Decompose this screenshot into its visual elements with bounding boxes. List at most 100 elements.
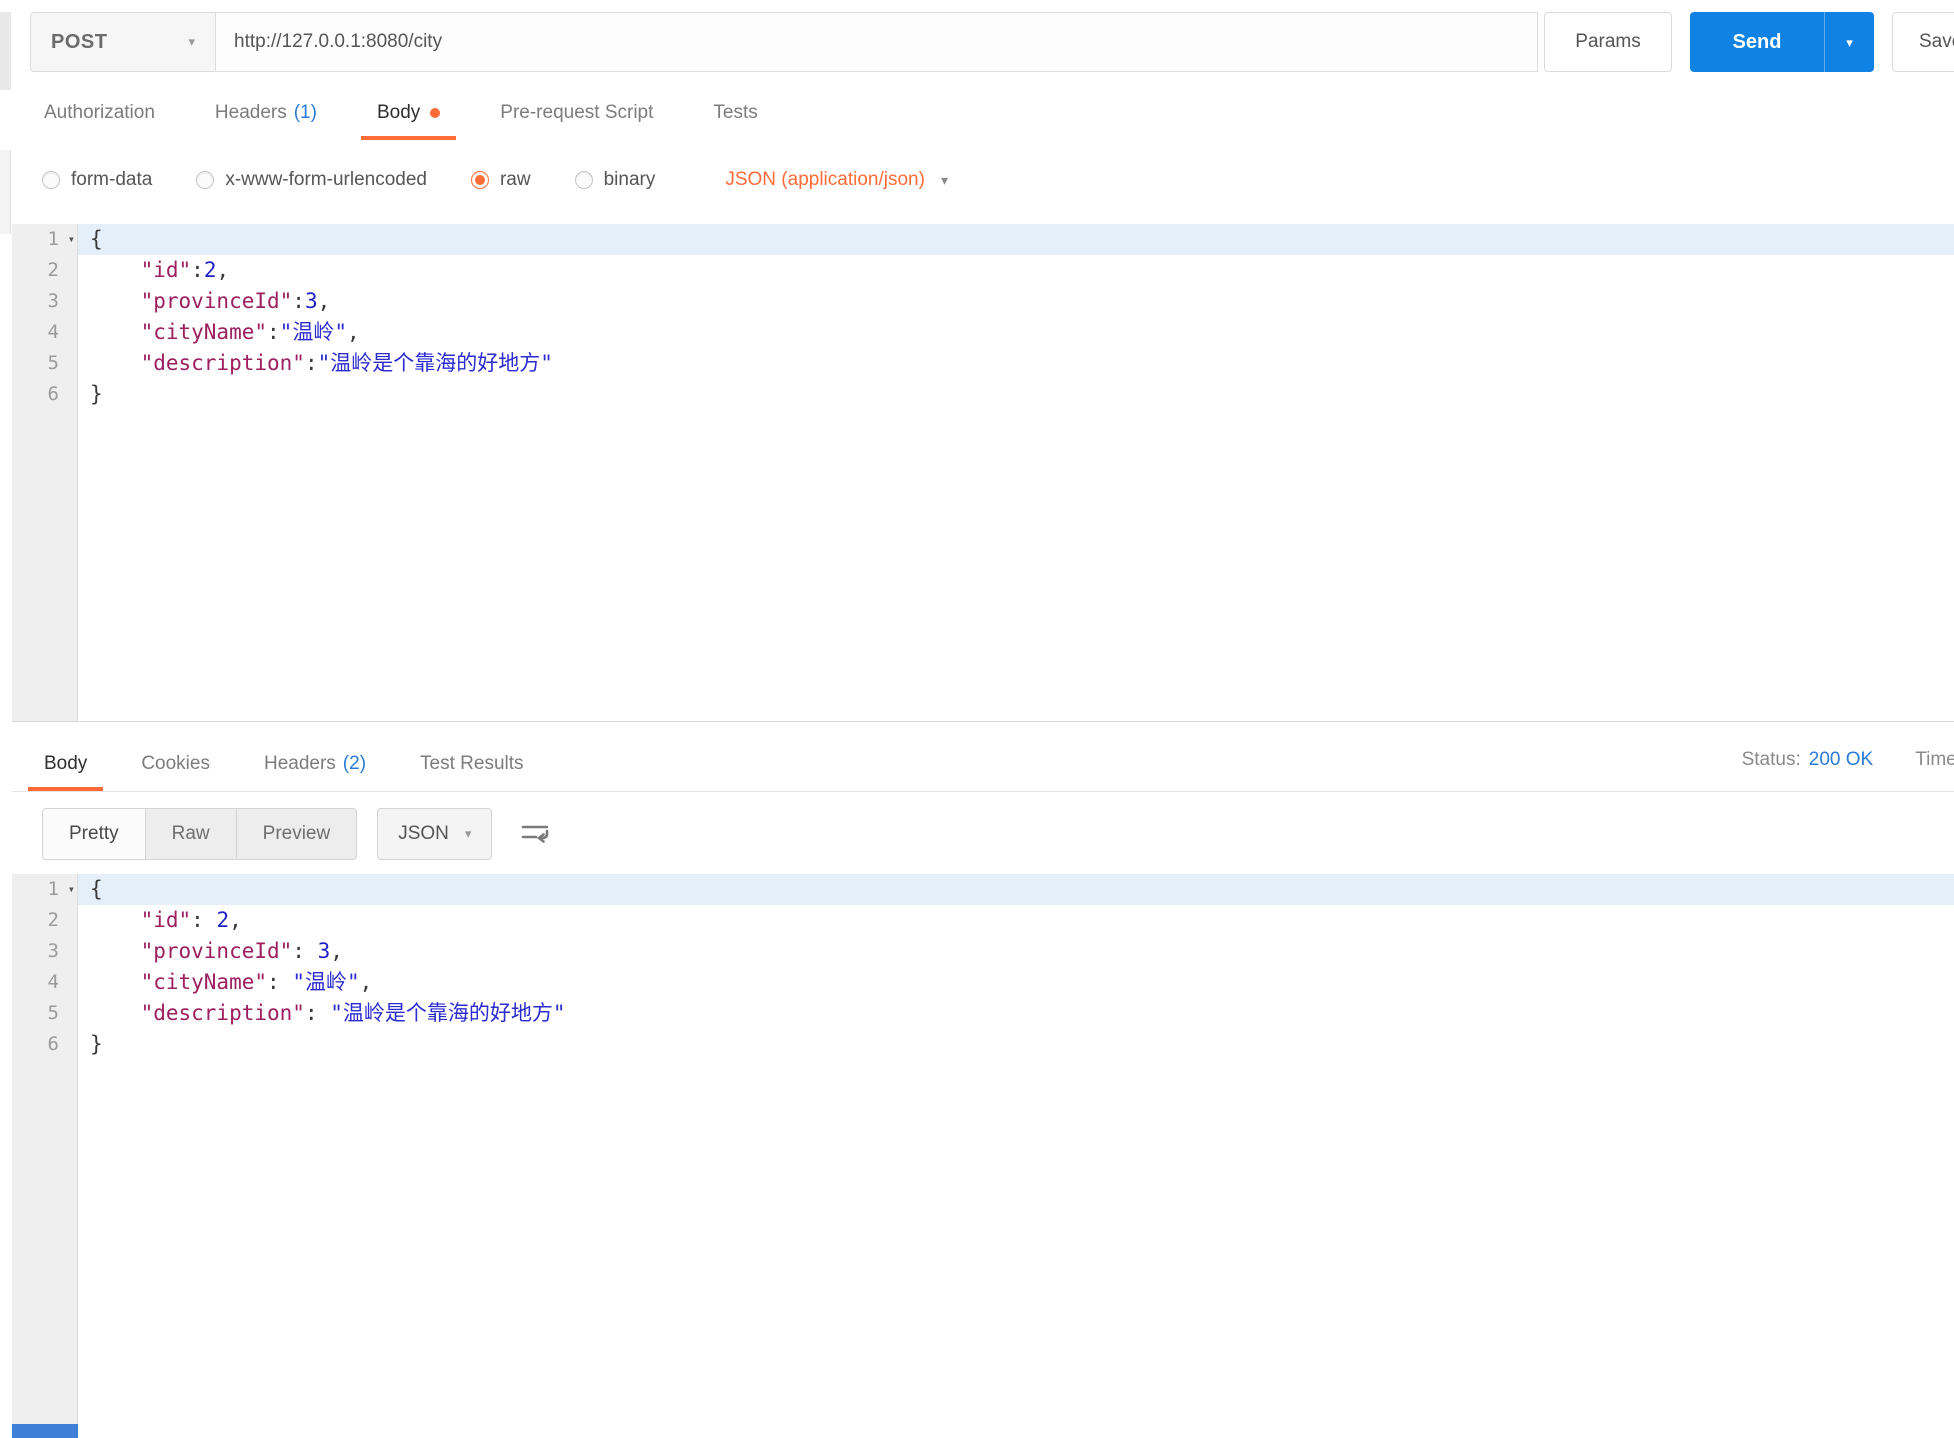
code-line: { <box>78 224 1954 255</box>
postman-window: POST ▾ Params Send ▾ Save Authorization … <box>0 0 1954 1438</box>
tab-pre-request-script[interactable]: Pre-request Script <box>498 90 655 140</box>
view-mode-pretty[interactable]: Pretty <box>43 809 146 859</box>
method-label: POST <box>51 31 107 54</box>
tab-tests[interactable]: Tests <box>711 90 759 140</box>
line-number: 4 <box>12 967 77 998</box>
tab-label: Test Results <box>420 753 523 774</box>
request-tabs: Authorization Headers (1) Body Pre-reques… <box>42 90 1954 140</box>
code-line: } <box>78 1029 1954 1060</box>
response-tabs: Body Cookies Headers (2) Test Results Sta… <box>12 722 1954 792</box>
response-body-editor[interactable]: 1▾23456{ "id": 2, "provinceId": 3, "city… <box>12 874 1954 1438</box>
line-number: 6 <box>12 1029 77 1060</box>
method-dropdown[interactable]: POST ▾ <box>30 12 215 72</box>
tab-label: Headers <box>215 102 287 123</box>
sidebar-edge-segment <box>0 12 11 90</box>
line-number-gutter: 1▾23456 <box>12 874 78 1438</box>
tab-label: Pre-request Script <box>500 102 653 123</box>
line-number-gutter: 1▾23456 <box>12 224 78 721</box>
line-number: 1▾ <box>12 224 77 255</box>
response-meta: Status: 200 OK Time: <box>1742 749 1954 791</box>
wrap-lines-icon <box>518 818 552 850</box>
send-button-group: Send ▾ <box>1690 12 1874 72</box>
url-input[interactable] <box>215 12 1538 72</box>
body-mode-label: form-data <box>71 169 152 191</box>
code-line: "provinceId":3, <box>78 286 1954 317</box>
code-line: "id": 2, <box>78 905 1954 936</box>
tab-label: Cookies <box>141 753 210 774</box>
tab-response-headers[interactable]: Headers (2) <box>262 741 368 791</box>
line-number: 6 <box>12 379 77 410</box>
line-number: 4 <box>12 317 77 348</box>
sidebar-edge <box>0 0 12 1438</box>
code-area: { "id":2, "provinceId":3, "cityName":"温岭… <box>78 224 1954 721</box>
line-number: 2 <box>12 255 77 286</box>
radio-icon[interactable] <box>471 171 489 189</box>
body-mode-radios: form-data x-www-form-urlencoded raw binary <box>42 169 699 191</box>
headers-count-badge: (2) <box>343 753 366 774</box>
view-mode-preview[interactable]: Preview <box>237 809 357 859</box>
sidebar-edge-segment <box>0 150 11 234</box>
radio-icon[interactable] <box>575 171 593 189</box>
code-line: { <box>78 874 1954 905</box>
time-label: Time: <box>1915 749 1954 771</box>
line-number: 2 <box>12 905 77 936</box>
body-mode-x-www-form-urlencoded[interactable]: x-www-form-urlencoded <box>196 169 427 191</box>
body-mode-form-data[interactable]: form-data <box>42 169 152 191</box>
tab-headers[interactable]: Headers (1) <box>213 90 319 140</box>
body-mode-binary[interactable]: binary <box>575 169 656 191</box>
line-number: 1▾ <box>12 874 77 905</box>
tab-response-body[interactable]: Body <box>42 741 89 791</box>
response-toolbar: PrettyRawPreview JSON ▾ <box>42 808 1954 860</box>
params-button[interactable]: Params <box>1544 12 1672 72</box>
status-value: 200 OK <box>1809 749 1873 771</box>
code-line: } <box>78 379 1954 410</box>
code-line: "description": "温岭是个靠海的好地方" <box>78 998 1954 1029</box>
gutter-scroll-marker <box>12 1424 78 1438</box>
code-line: "id":2, <box>78 255 1954 286</box>
fold-caret-icon[interactable]: ▾ <box>68 874 75 905</box>
body-mode-label: x-www-form-urlencoded <box>225 169 427 191</box>
tab-body[interactable]: Body <box>375 90 442 140</box>
line-number: 5 <box>12 998 77 1029</box>
tab-label: Body <box>44 753 87 774</box>
radio-icon[interactable] <box>42 171 60 189</box>
request-panel: POST ▾ Params Send ▾ Save Authorization … <box>12 12 1954 1438</box>
wrap-lines-button[interactable] <box>518 818 552 850</box>
code-area: { "id": 2, "provinceId": 3, "cityName": … <box>78 874 1954 1438</box>
chevron-down-icon: ▾ <box>465 826 472 842</box>
send-dropdown-button[interactable]: ▾ <box>1824 12 1874 72</box>
tab-authorization[interactable]: Authorization <box>42 90 157 140</box>
headers-count-badge: (1) <box>294 102 317 123</box>
response-format-label: JSON <box>398 823 449 845</box>
send-button[interactable]: Send <box>1690 12 1824 72</box>
fold-caret-icon[interactable]: ▾ <box>68 224 75 255</box>
tab-cookies[interactable]: Cookies <box>139 741 212 791</box>
unsaved-dot-icon <box>430 108 440 118</box>
line-number: 5 <box>12 348 77 379</box>
save-button[interactable]: Save <box>1892 12 1954 72</box>
body-mode-label: raw <box>500 169 531 191</box>
response-format-dropdown[interactable]: JSON ▾ <box>377 808 492 860</box>
content-type-dropdown[interactable]: JSON (application/json) ▾ <box>725 169 948 191</box>
view-mode-raw[interactable]: Raw <box>146 809 237 859</box>
radio-icon[interactable] <box>196 171 214 189</box>
request-body-editor[interactable]: 1▾23456{ "id":2, "provinceId":3, "cityNa… <box>12 224 1954 722</box>
tab-label: Tests <box>713 102 757 123</box>
code-line: "cityName":"温岭", <box>78 317 1954 348</box>
code-line: "description":"温岭是个靠海的好地方" <box>78 348 1954 379</box>
body-mode-row: form-datax-www-form-urlencodedrawbinary … <box>42 154 1954 206</box>
body-mode-label: binary <box>604 169 656 191</box>
tab-label: Authorization <box>44 102 155 123</box>
content-type-label: JSON (application/json) <box>725 169 925 191</box>
body-mode-raw[interactable]: raw <box>471 169 531 191</box>
tab-test-results[interactable]: Test Results <box>418 741 525 791</box>
view-mode-group: PrettyRawPreview <box>42 808 357 860</box>
line-number: 3 <box>12 936 77 967</box>
tab-label: Headers <box>264 753 336 774</box>
code-line: "cityName": "温岭", <box>78 967 1954 998</box>
chevron-down-icon: ▾ <box>188 34 195 50</box>
tab-label: Body <box>377 102 420 123</box>
url-bar: POST ▾ Params Send ▾ Save <box>30 12 1954 72</box>
status-label: Status: <box>1742 749 1801 771</box>
chevron-down-icon: ▾ <box>941 172 948 189</box>
